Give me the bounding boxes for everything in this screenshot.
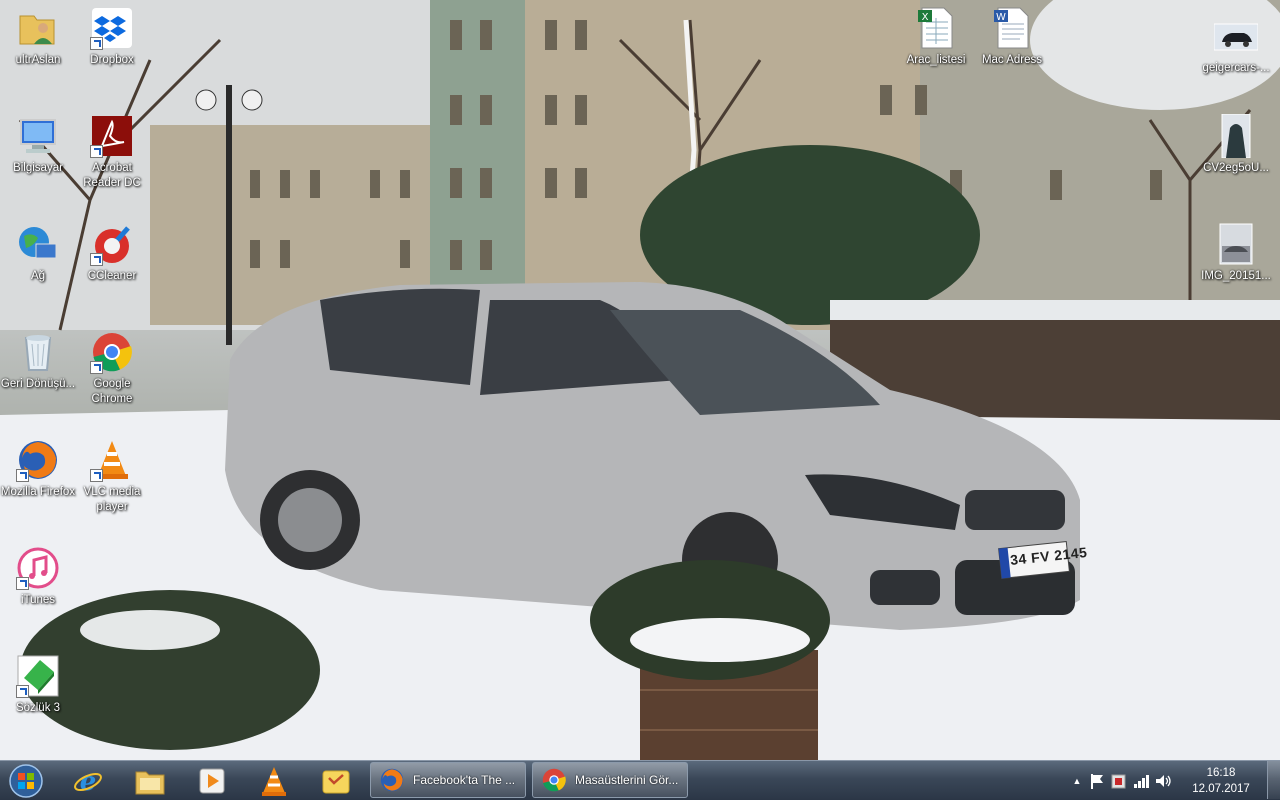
windows-start-orb-icon	[9, 764, 43, 798]
system-tray: ▲	[1068, 761, 1174, 801]
shortcut-arrow-icon	[16, 469, 29, 482]
shortcut-arrow-icon	[90, 361, 103, 374]
antivirus-tray-icon[interactable]	[1108, 772, 1130, 790]
svg-text:e: e	[80, 767, 97, 797]
shortcut-arrow-icon	[90, 253, 103, 266]
recycle-bin-icon	[16, 330, 60, 374]
chrome-icon	[542, 768, 566, 792]
pinned-internet-explorer[interactable]: e	[62, 763, 114, 799]
shortcut-arrow-icon	[90, 37, 103, 50]
user-folder-icon	[16, 6, 60, 50]
dropbox-icon	[90, 6, 134, 50]
sticky-notes-icon	[322, 770, 350, 794]
dictionary-icon	[16, 654, 60, 698]
desktop-icon-ultraslan[interactable]: ultrAslan	[0, 6, 76, 68]
volume-speaker-icon[interactable]	[1152, 772, 1174, 790]
desktop-icon-geigercars[interactable]: geigercars-...	[1198, 14, 1274, 76]
desktop-icon-itunes[interactable]: iTunes	[0, 546, 76, 608]
excel-file-icon: X	[914, 6, 958, 50]
desktop-icon-bilgisayar[interactable]: Bilgisayar	[0, 114, 76, 176]
firefox-icon	[16, 438, 60, 482]
shortcut-arrow-icon	[90, 145, 103, 158]
desktop-icon-img-20151[interactable]: IMG_20151...	[1198, 222, 1274, 284]
desktop-icon-firefox[interactable]: Mozilla Firefox	[0, 438, 76, 500]
show-hidden-icons-icon[interactable]: ▲	[1068, 776, 1086, 786]
wallpaper-scene	[0, 0, 1280, 760]
vlc-icon	[90, 438, 134, 482]
desktop-icon-vlc[interactable]: VLC media player	[74, 438, 150, 515]
pinned-media-player[interactable]	[186, 763, 238, 799]
desktop-icon-dropbox[interactable]: Dropbox	[74, 6, 150, 68]
vlc-icon	[262, 767, 286, 796]
desktop-icon-acrobat[interactable]: Acrobat Reader DC	[74, 114, 150, 191]
itunes-icon	[16, 546, 60, 590]
firefox-icon	[380, 768, 404, 792]
taskbar-task-chrome[interactable]: Masaüstlerini Gör...	[532, 762, 688, 798]
taskbar-task-firefox[interactable]: Facebook'ta The ...	[370, 762, 526, 798]
desktop-icon-mac-adress[interactable]: W Mac Adress	[974, 6, 1050, 68]
pinned-vlc[interactable]	[248, 763, 300, 799]
task-label: Facebook'ta The ...	[413, 773, 516, 787]
network-icon	[16, 222, 60, 266]
ccleaner-icon	[90, 222, 134, 266]
desktop-icon-chrome[interactable]: Google Chrome	[74, 330, 150, 407]
pinned-file-explorer[interactable]	[124, 763, 176, 799]
taskbar: e Facebook'ta The ... Masaüstlerini Gör.…	[0, 760, 1280, 800]
svg-text:W: W	[996, 12, 1006, 23]
internet-explorer-icon: e	[74, 767, 102, 797]
desktop-icon-cv2eg5ou[interactable]: CV2eg5oU...	[1198, 114, 1274, 176]
pinned-notes[interactable]	[310, 763, 362, 799]
chrome-icon	[90, 330, 134, 374]
svg-text:X: X	[922, 12, 929, 23]
image-file-icon	[1214, 114, 1258, 158]
task-label: Masaüstlerini Gör...	[575, 773, 679, 787]
desktop-icon-ccleaner[interactable]: CCleaner	[74, 222, 150, 284]
show-desktop-button[interactable]	[1267, 761, 1280, 799]
shortcut-arrow-icon	[16, 685, 29, 698]
shortcut-arrow-icon	[16, 577, 29, 590]
media-player-icon	[199, 768, 225, 794]
clock-time: 16:18	[1206, 767, 1236, 779]
desktop-icon-recycle-bin[interactable]: Geri Dönüşü...	[0, 330, 76, 392]
word-file-icon: W	[990, 6, 1034, 50]
action-center-flag-icon[interactable]	[1086, 772, 1108, 790]
desktop-wallpaper: 34 FV 2145	[0, 0, 1280, 760]
desktop-icon-ag[interactable]: Ağ	[0, 222, 76, 284]
image-file-icon	[1214, 222, 1258, 266]
shortcut-arrow-icon	[90, 469, 103, 482]
system-clock[interactable]: 16:18 12.07.2017	[1186, 765, 1256, 797]
desktop-icon-arac-listesi[interactable]: X Arac_listesi	[898, 6, 974, 68]
image-file-icon	[1214, 14, 1258, 58]
start-button[interactable]	[6, 762, 46, 800]
acrobat-reader-icon	[90, 114, 134, 158]
folder-icon	[135, 771, 165, 795]
clock-date: 12.07.2017	[1192, 783, 1250, 795]
desktop-icon-sozluk[interactable]: Sözlük 3	[0, 654, 76, 716]
network-signal-icon[interactable]	[1130, 772, 1152, 790]
computer-icon	[16, 114, 60, 158]
